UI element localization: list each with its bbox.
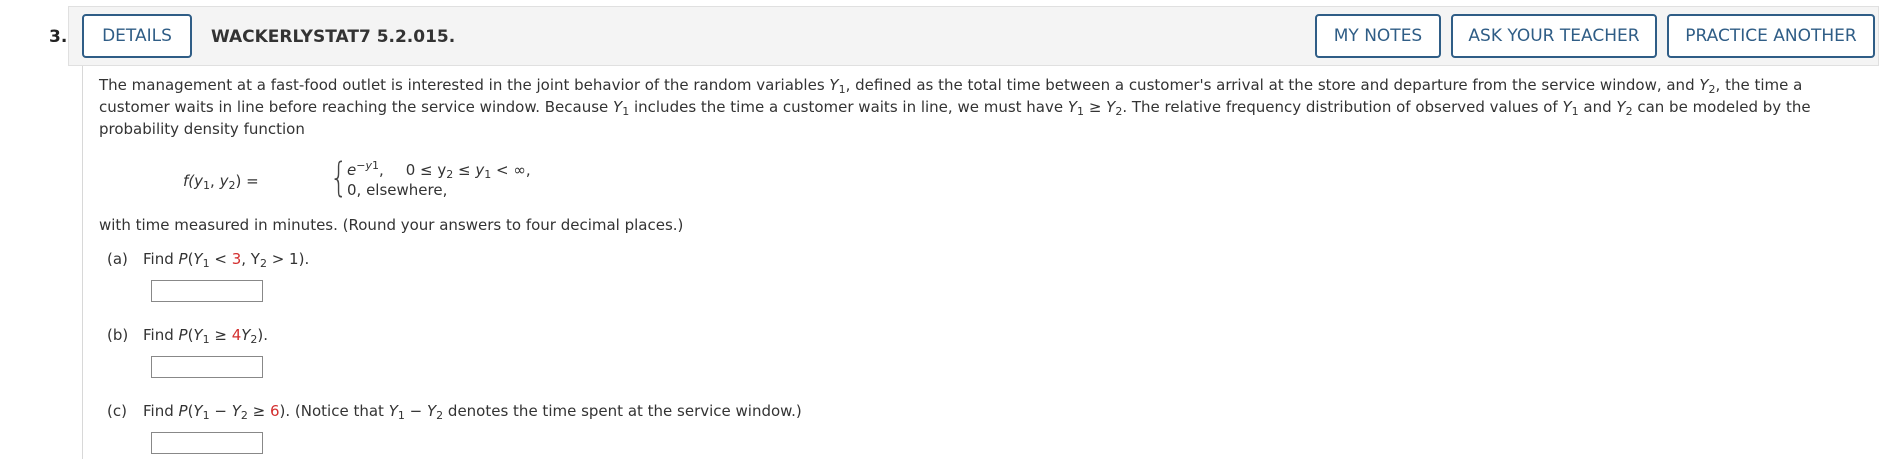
question-code: WACKERLYSTAT7 5.2.015. (211, 27, 456, 47)
content-left-border (82, 66, 83, 459)
red-value-b: 4 (231, 326, 242, 344)
answer-input-a[interactable] (151, 280, 263, 302)
part-c: (c) Find P(Y1 − Y2 ≥ 6). (Notice that Y1 … (107, 400, 1874, 454)
ask-your-teacher-button[interactable]: ASK YOUR TEACHER (1451, 14, 1657, 58)
density-case-1: e−y1, 0 ≤ y2 ≤ y1 < ∞, (347, 159, 531, 181)
problem-statement: The management at a fast-food outlet is … (99, 76, 1811, 138)
density-case-2: 0, elsewhere, (347, 181, 448, 199)
red-value-c: 6 (269, 402, 280, 420)
red-value-a: 3 (231, 250, 242, 268)
answer-input-b[interactable] (151, 356, 263, 378)
part-a: (a) Find P(Y1 < 3, Y2 > 1). (107, 248, 1874, 302)
details-button[interactable]: DETAILS (82, 14, 192, 58)
rounding-instructions: with time measured in minutes. (Round yo… (99, 216, 684, 234)
left-brace: { (329, 155, 348, 201)
answer-input-c[interactable] (151, 432, 263, 454)
practice-another-button[interactable]: PRACTICE ANOTHER (1667, 14, 1875, 58)
question-number: 3. (49, 27, 68, 47)
density-lhs: f(y1, y2) = (183, 172, 259, 192)
question-body: The management at a fast-food outlet is … (99, 74, 1874, 454)
density-cases: e−y1, 0 ≤ y2 ≤ y1 < ∞, 0, elsewhere, (347, 160, 531, 200)
density-function: f(y1, y2) = { e−y1, 0 ≤ y2 ≤ y1 < ∞, 0, … (183, 155, 1874, 201)
part-b: (b) Find P(Y1 ≥ 4Y2). (107, 324, 1874, 378)
my-notes-button[interactable]: MY NOTES (1315, 14, 1441, 58)
